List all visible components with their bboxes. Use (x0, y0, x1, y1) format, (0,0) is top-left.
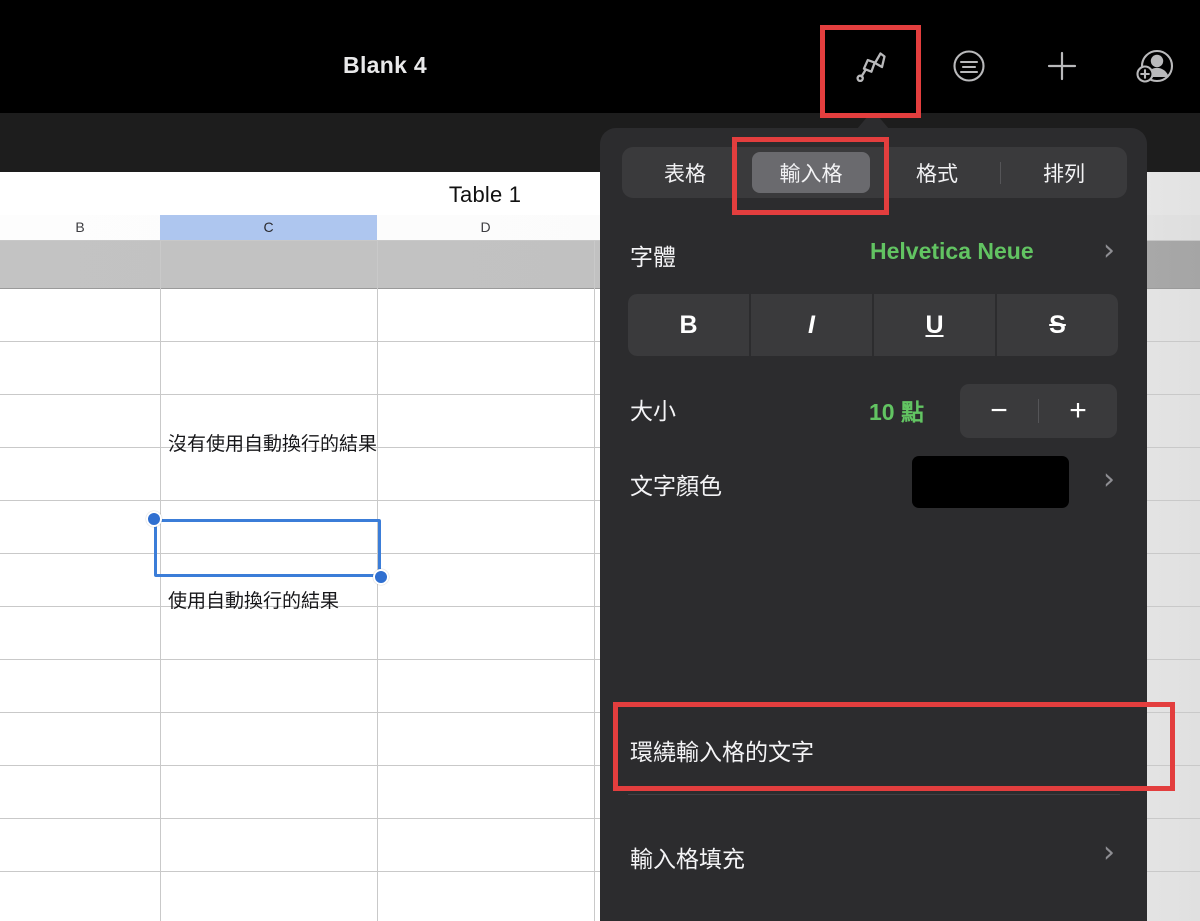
italic-button[interactable]: I (751, 294, 872, 356)
font-size-stepper[interactable]: − + (960, 384, 1117, 438)
strikethrough-button[interactable]: S (997, 294, 1118, 356)
column-header-b[interactable]: B (0, 215, 160, 240)
cell-selection-box[interactable] (146, 511, 389, 585)
inspector-tabs[interactable]: 表格 輸入格 格式 排列 (622, 147, 1127, 198)
format-inspector-panel[interactable]: 表格 輸入格 格式 排列 字體 Helvetica Neue › B I U S… (600, 128, 1147, 921)
top-toolbar: Blank 4 (0, 0, 1200, 113)
view-options-icon (948, 45, 990, 87)
font-row[interactable]: 字體 Helvetica Neue › (600, 224, 1147, 284)
text-color-row[interactable]: 文字顏色 › (600, 452, 1147, 518)
add-person-icon (1132, 44, 1176, 88)
tab-divider (1000, 161, 1001, 184)
text-color-label: 文字顏色 (630, 473, 722, 499)
cell-fill-label: 輸入格填充 (630, 846, 745, 872)
format-button[interactable] (839, 38, 903, 94)
chevron-right-icon[interactable]: › (1103, 236, 1115, 266)
section-divider (628, 794, 1120, 795)
cell-c3-text[interactable]: 沒有使用自動換行的結果 (168, 431, 377, 459)
selection-handle-top-left[interactable] (146, 511, 162, 527)
table-title: Table 1 (448, 182, 522, 207)
plus-icon (1041, 45, 1083, 87)
font-size-decrement-button[interactable]: − (960, 396, 1038, 426)
paintbrush-icon (851, 46, 891, 86)
column-header-c[interactable]: C (160, 215, 377, 240)
chevron-right-icon[interactable]: › (1103, 838, 1115, 868)
cell-border-row[interactable]: 輸入格邊線 › (600, 908, 1147, 921)
wrap-text-row[interactable]: 環繞輸入格的文字 (600, 708, 1147, 788)
view-options-button[interactable] (937, 38, 1001, 94)
column-header-d[interactable]: D (377, 215, 594, 240)
underline-button[interactable]: U (874, 294, 995, 356)
document-title: Blank 4 (343, 52, 427, 78)
insert-button[interactable] (1030, 38, 1094, 94)
tab-arrange[interactable]: 排列 (1005, 152, 1123, 193)
chevron-right-icon[interactable]: › (1103, 465, 1115, 495)
text-style-group[interactable]: B I U S (628, 294, 1118, 356)
column-divider (594, 241, 595, 921)
tab-table[interactable]: 表格 (626, 152, 744, 193)
font-size-row[interactable]: 大小 10 點 − + (600, 378, 1147, 442)
cell-c5-text[interactable]: 使用自動換行的結果 (168, 588, 360, 616)
font-value[interactable]: Helvetica Neue (870, 238, 1034, 265)
font-size-label: 大小 (630, 398, 676, 424)
tab-cell[interactable]: 輸入格 (752, 152, 870, 193)
cell-fill-row[interactable]: 輸入格填充 › (600, 820, 1147, 892)
bold-button[interactable]: B (628, 294, 749, 356)
collaborate-button[interactable] (1122, 38, 1186, 94)
text-color-swatch[interactable] (912, 456, 1069, 508)
font-label: 字體 (630, 244, 676, 270)
wrap-text-label: 環繞輸入格的文字 (630, 739, 814, 765)
selection-handle-bottom-right[interactable] (373, 569, 389, 585)
column-divider (160, 241, 161, 921)
font-size-increment-button[interactable]: + (1039, 396, 1117, 426)
font-size-value: 10 點 (869, 399, 924, 425)
tab-format[interactable]: 格式 (878, 152, 996, 193)
